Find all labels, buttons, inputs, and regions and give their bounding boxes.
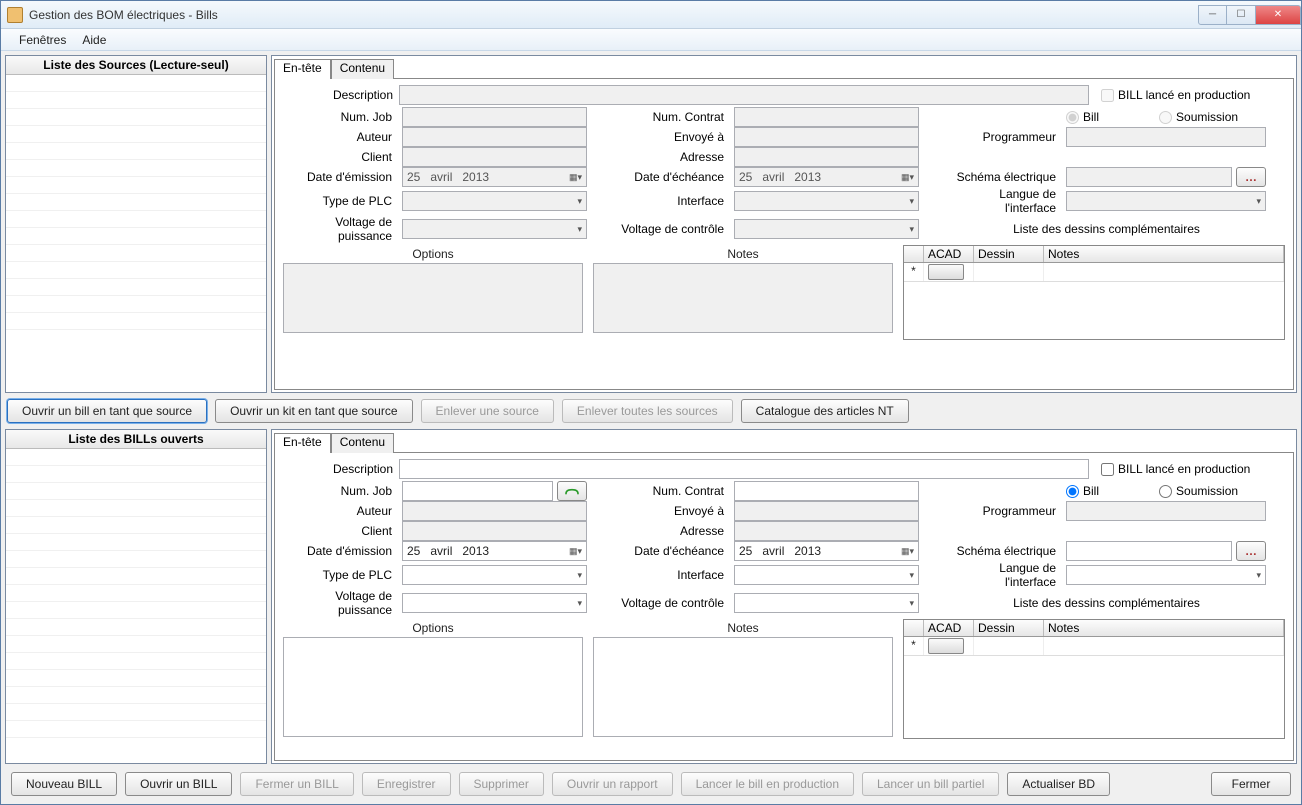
source-buttons-row: Ouvrir un bill en tant que source Ouvrir… xyxy=(5,397,1297,425)
source-detail-panel: En-tête Contenu Description BILL lancé e… xyxy=(271,55,1297,393)
plc-select-top xyxy=(402,191,587,211)
footer-buttons: Nouveau BILL Ouvrir un BILL Fermer un BI… xyxy=(5,768,1297,800)
options-area-bot[interactable] xyxy=(283,637,583,737)
remove-source-button: Enlever une source xyxy=(421,399,554,423)
date-echeance-top: 25avril2013 xyxy=(734,167,919,187)
description-field-bot[interactable] xyxy=(399,459,1089,479)
dessins-grid-bot[interactable]: ACAD Dessin Notes * xyxy=(903,619,1285,739)
open-bill-as-source-button[interactable]: Ouvrir un bill en tant que source xyxy=(7,399,207,423)
app-icon xyxy=(7,7,23,23)
numjob-bot[interactable] xyxy=(402,481,553,501)
fermer-bill-button: Fermer un BILL xyxy=(240,772,353,796)
numjob-top xyxy=(402,107,587,127)
sources-header: Liste des Sources (Lecture-seul) xyxy=(6,56,266,75)
supprimer-button: Supprimer xyxy=(459,772,544,796)
schema-top xyxy=(1066,167,1232,187)
tab-entete-bot[interactable]: En-tête xyxy=(274,433,331,453)
menubar: Fenêtres Aide xyxy=(1,29,1301,51)
enregistrer-button: Enregistrer xyxy=(362,772,451,796)
langue-select-top xyxy=(1066,191,1266,211)
client-top xyxy=(402,147,587,167)
radio-soumission-bot[interactable]: Soumission xyxy=(1159,484,1238,498)
interface-select-top xyxy=(734,191,919,211)
content-area: Liste des Sources (Lecture-seul) En-tête… xyxy=(1,51,1301,804)
numcontrat-top xyxy=(734,107,919,127)
sources-list[interactable] xyxy=(6,75,266,392)
lancer-prod-button: Lancer le bill en production xyxy=(681,772,854,796)
date-echeance-bot[interactable]: 25avril2013 xyxy=(734,541,919,561)
schema-browse-bot[interactable] xyxy=(1236,541,1266,561)
voltpui-select-top xyxy=(402,219,587,239)
catalogue-button[interactable]: Catalogue des articles NT xyxy=(741,399,909,423)
sources-panel: Liste des Sources (Lecture-seul) xyxy=(5,55,267,393)
voltctrl-select-top xyxy=(734,219,919,239)
voltpui-select-bot[interactable] xyxy=(402,593,587,613)
tab-contenu-bot[interactable]: Contenu xyxy=(331,433,394,453)
interface-select-bot[interactable] xyxy=(734,565,919,585)
bill-prod-checkbox-bot[interactable]: BILL lancé en production xyxy=(1095,462,1285,476)
app-window: Gestion des BOM électriques - Bills ─ ☐ … xyxy=(0,0,1302,805)
lancer-partiel-button: Lancer un bill partiel xyxy=(862,772,999,796)
programmeur-top xyxy=(1066,127,1266,147)
label-description: Description xyxy=(283,88,393,102)
description-field-top xyxy=(399,85,1089,105)
minimize-button[interactable]: ─ xyxy=(1198,5,1227,25)
rapport-button: Ouvrir un rapport xyxy=(552,772,673,796)
langue-select-bot[interactable] xyxy=(1066,565,1266,585)
bills-panel: Liste des BILLs ouverts xyxy=(5,429,267,764)
actualiser-bd-button[interactable]: Actualiser BD xyxy=(1007,772,1110,796)
numcontrat-bot[interactable] xyxy=(734,481,919,501)
envoye-bot xyxy=(734,501,919,521)
client-bot xyxy=(402,521,587,541)
plc-select-bot[interactable] xyxy=(402,565,587,585)
radio-bill-bot[interactable]: Bill xyxy=(1066,484,1099,498)
open-kit-as-source-button[interactable]: Ouvrir un kit en tant que source xyxy=(215,399,412,423)
bill-prod-checkbox-top: BILL lancé en production xyxy=(1095,88,1285,102)
radio-soumission-top: Soumission xyxy=(1159,110,1238,124)
programmeur-bot xyxy=(1066,501,1266,521)
maximize-button[interactable]: ☐ xyxy=(1227,5,1256,25)
bill-detail-panel: En-tête Contenu Description BILL lancé e… xyxy=(271,429,1297,764)
menu-aide[interactable]: Aide xyxy=(82,33,106,47)
voltctrl-select-bot[interactable] xyxy=(734,593,919,613)
tab-entete-top[interactable]: En-tête xyxy=(274,59,331,79)
adresse-bot xyxy=(734,521,919,541)
auteur-bot xyxy=(402,501,587,521)
date-emission-top: 25avril2013 xyxy=(402,167,587,187)
bills-list[interactable] xyxy=(6,449,266,763)
schema-browse-top[interactable] xyxy=(1236,167,1266,187)
remove-all-sources-button: Enlever toutes les sources xyxy=(562,399,733,423)
options-area-top xyxy=(283,263,583,333)
nouveau-bill-button[interactable]: Nouveau BILL xyxy=(11,772,117,796)
numjob-action-button[interactable] xyxy=(557,481,587,501)
close-button[interactable]: ✕ xyxy=(1256,5,1301,25)
schema-bot[interactable] xyxy=(1066,541,1232,561)
envoye-top xyxy=(734,127,919,147)
fermer-button[interactable]: Fermer xyxy=(1211,772,1291,796)
auteur-top xyxy=(402,127,587,147)
ouvrir-bill-button[interactable]: Ouvrir un BILL xyxy=(125,772,232,796)
window-title: Gestion des BOM électriques - Bills xyxy=(29,8,218,22)
date-emission-bot[interactable]: 25avril2013 xyxy=(402,541,587,561)
menu-fenetres[interactable]: Fenêtres xyxy=(19,33,66,47)
dessins-grid-top: ACAD Dessin Notes * xyxy=(903,245,1285,340)
radio-bill-top: Bill xyxy=(1066,110,1099,124)
tab-contenu-top[interactable]: Contenu xyxy=(331,59,394,79)
titlebar: Gestion des BOM électriques - Bills ─ ☐ … xyxy=(1,1,1301,29)
bills-header: Liste des BILLs ouverts xyxy=(6,430,266,449)
notes-area-top xyxy=(593,263,893,333)
notes-area-bot[interactable] xyxy=(593,637,893,737)
adresse-top xyxy=(734,147,919,167)
